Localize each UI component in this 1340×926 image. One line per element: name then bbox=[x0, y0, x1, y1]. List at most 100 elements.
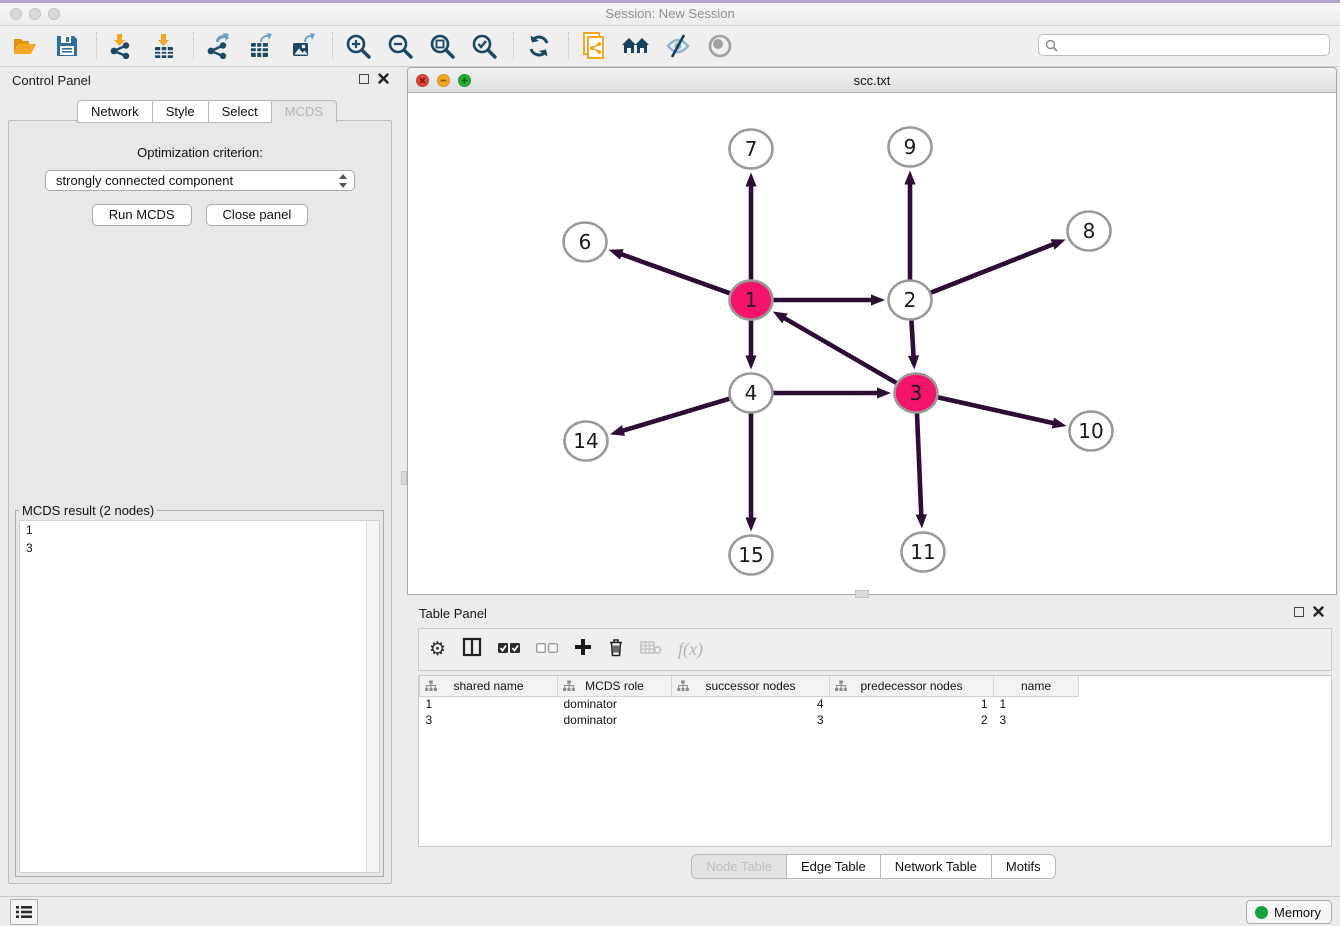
export-table-icon[interactable] bbox=[246, 31, 276, 61]
graph-node-1[interactable]: 1 bbox=[730, 281, 773, 320]
table-row[interactable]: 3dominator323 bbox=[420, 712, 1079, 728]
tab-network[interactable]: Network bbox=[77, 100, 152, 123]
float-panel-icon[interactable] bbox=[359, 74, 369, 84]
graph-node-11[interactable]: 11 bbox=[902, 533, 945, 572]
graph-node-7[interactable]: 7 bbox=[730, 130, 773, 169]
deselect-all-icon[interactable] bbox=[536, 641, 558, 659]
refresh-icon[interactable] bbox=[524, 31, 554, 61]
tab-node-table[interactable]: Node Table bbox=[691, 854, 786, 879]
graph-node-9[interactable]: 9 bbox=[889, 128, 932, 167]
network-document-icon[interactable] bbox=[579, 31, 609, 61]
columns-icon[interactable] bbox=[462, 637, 482, 662]
table-cell[interactable]: dominator bbox=[558, 712, 672, 728]
memory-button[interactable]: Memory bbox=[1246, 900, 1332, 924]
graph-node-10[interactable]: 10 bbox=[1070, 412, 1113, 451]
close-panel-icon[interactable] bbox=[1313, 606, 1324, 617]
gear-icon[interactable]: ⚙ bbox=[429, 640, 446, 659]
save-session-icon[interactable] bbox=[52, 31, 82, 61]
network-window-titlebar[interactable]: scc.txt bbox=[408, 68, 1336, 93]
show-selected-icon[interactable] bbox=[705, 31, 735, 61]
zoom-selected-icon[interactable] bbox=[469, 31, 499, 61]
graph-edge-2-9[interactable] bbox=[904, 171, 915, 281]
table-cell[interactable]: 1 bbox=[830, 696, 994, 712]
graph-node-14[interactable]: 14 bbox=[565, 422, 608, 461]
result-line: 1 bbox=[20, 521, 379, 539]
graph-edge-3-10[interactable] bbox=[937, 397, 1066, 428]
column-header-successor-nodes[interactable]: successor nodes bbox=[672, 676, 830, 696]
export-image-icon[interactable] bbox=[288, 31, 318, 61]
graph-edge-4-14[interactable] bbox=[610, 399, 730, 436]
graph-node-4[interactable]: 4 bbox=[730, 374, 773, 413]
tab-style[interactable]: Style bbox=[152, 100, 208, 123]
graph-node-6[interactable]: 6 bbox=[564, 223, 607, 262]
zoom-in-icon[interactable] bbox=[343, 31, 373, 61]
graph-edge-1-2[interactable] bbox=[773, 294, 885, 305]
close-panel-icon[interactable] bbox=[378, 73, 389, 84]
zoom-network-icon[interactable] bbox=[458, 74, 471, 87]
home-network-icon[interactable] bbox=[621, 31, 651, 61]
tab-network-table[interactable]: Network Table bbox=[880, 854, 991, 879]
tab-edge-table[interactable]: Edge Table bbox=[786, 854, 880, 879]
hide-selected-icon[interactable] bbox=[663, 31, 693, 61]
zoom-fit-icon[interactable] bbox=[427, 31, 457, 61]
column-header-name[interactable]: name bbox=[994, 676, 1079, 696]
table-cell[interactable]: 2 bbox=[830, 712, 994, 728]
task-history-button[interactable] bbox=[10, 899, 38, 925]
table-row[interactable]: 1dominator411 bbox=[420, 696, 1079, 712]
function-builder-icon[interactable]: f(x) bbox=[678, 639, 703, 660]
graph-edge-2-8[interactable] bbox=[931, 239, 1066, 293]
search-field[interactable] bbox=[1038, 34, 1330, 56]
column-header-predecessor-nodes[interactable]: predecessor nodes bbox=[830, 676, 994, 696]
table-cell[interactable]: 3 bbox=[420, 712, 558, 728]
network-canvas[interactable]: 7 9 6 8 1 2 4 3 14 10 15 11 bbox=[408, 93, 1336, 594]
open-session-icon[interactable] bbox=[10, 31, 40, 61]
delete-icon[interactable] bbox=[608, 638, 624, 662]
export-network-icon[interactable] bbox=[204, 31, 234, 61]
table-cell[interactable]: 1 bbox=[420, 696, 558, 712]
graph-edge-3-11[interactable] bbox=[916, 413, 927, 529]
tab-select[interactable]: Select bbox=[208, 100, 271, 123]
status-bar: Memory bbox=[0, 896, 1340, 926]
optimization-criterion-label: Optimization criterion: bbox=[9, 145, 391, 160]
graph-node-8[interactable]: 8 bbox=[1068, 212, 1111, 251]
column-header-shared-name[interactable]: shared name bbox=[420, 676, 558, 696]
import-table-icon[interactable] bbox=[149, 31, 179, 61]
run-mcds-button[interactable]: Run MCDS bbox=[92, 204, 192, 226]
network-graph[interactable]: 7 9 6 8 1 2 4 3 14 10 15 11 bbox=[408, 93, 1336, 594]
graph-node-2[interactable]: 2 bbox=[889, 281, 932, 320]
graph-edge-4-3[interactable] bbox=[773, 387, 891, 398]
column-header-MCDS-role[interactable]: MCDS role bbox=[558, 676, 672, 696]
graph-node-3[interactable]: 3 bbox=[895, 374, 938, 413]
delete-table-icon[interactable] bbox=[640, 640, 662, 660]
tab-motifs[interactable]: Motifs bbox=[991, 854, 1056, 879]
import-network-icon[interactable] bbox=[107, 31, 137, 61]
float-panel-icon[interactable] bbox=[1294, 607, 1304, 617]
table-cell[interactable]: 1 bbox=[994, 696, 1079, 712]
mcds-result-textarea[interactable]: 13 bbox=[19, 520, 380, 873]
search-input[interactable] bbox=[1062, 38, 1329, 52]
table-cell[interactable]: dominator bbox=[558, 696, 672, 712]
splitter-grip[interactable] bbox=[855, 590, 869, 598]
tree-icon bbox=[425, 680, 437, 692]
close-network-icon[interactable] bbox=[416, 74, 429, 87]
graph-edge-2-3[interactable] bbox=[908, 320, 919, 370]
result-scrollbar[interactable] bbox=[366, 521, 379, 872]
select-all-icon[interactable] bbox=[498, 641, 520, 659]
graph-edge-4-15[interactable] bbox=[745, 413, 756, 532]
table-cell[interactable]: 3 bbox=[672, 712, 830, 728]
graph-edge-1-6[interactable] bbox=[609, 249, 731, 293]
table-cell[interactable]: 3 bbox=[994, 712, 1079, 728]
graph-node-15[interactable]: 15 bbox=[730, 536, 773, 575]
zoom-out-icon[interactable] bbox=[385, 31, 415, 61]
add-icon[interactable] bbox=[574, 638, 592, 661]
graph-edge-1-4[interactable] bbox=[745, 320, 756, 370]
mcds-result-fieldset: MCDS result (2 nodes) 13 bbox=[15, 503, 384, 877]
optimization-criterion-select[interactable]: strongly connected component bbox=[45, 170, 355, 191]
graph-edge-1-7[interactable] bbox=[745, 173, 756, 281]
minimize-network-icon[interactable] bbox=[437, 74, 450, 87]
node-table[interactable]: shared nameMCDS rolesuccessor nodesprede… bbox=[418, 675, 1332, 847]
graph-edge-3-1[interactable] bbox=[773, 312, 897, 384]
close-panel-button[interactable]: Close panel bbox=[206, 204, 309, 226]
table-cell[interactable]: 4 bbox=[672, 696, 830, 712]
tab-mcds[interactable]: MCDS bbox=[271, 100, 337, 123]
